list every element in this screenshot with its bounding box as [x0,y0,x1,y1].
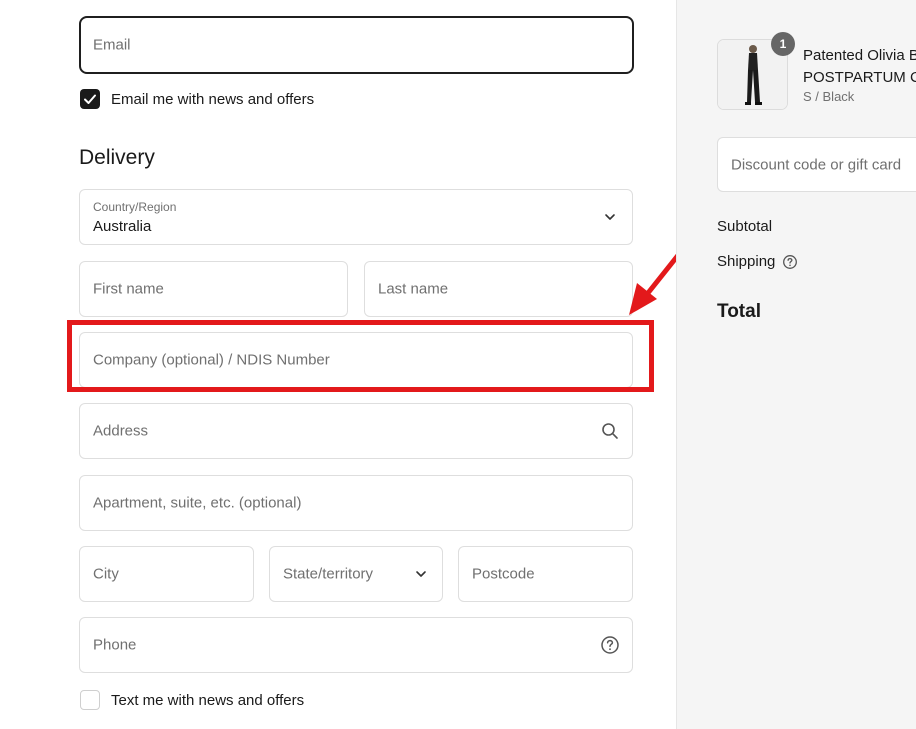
email-news-label: Email me with news and offers [111,91,315,108]
discount-placeholder: Discount code or gift card [731,156,902,173]
country-value: Australia [93,218,152,235]
delivery-heading: Delivery [79,146,155,169]
product-name-line1: Patented Olivia B [803,47,916,64]
highlight-box [67,320,654,392]
postcode-field[interactable]: Postcode [458,546,633,602]
state-select[interactable]: State/territory [269,546,443,602]
quantity-badge: 1 [771,32,795,56]
help-circle-icon[interactable] [600,635,620,655]
product-name-line2: POSTPARTUM C [803,69,916,86]
email-news-checkbox[interactable] [80,89,100,109]
shipping-help-icon[interactable] [782,254,798,270]
phone-field[interactable]: Phone [79,617,633,673]
apartment-placeholder: Apartment, suite, etc. (optional) [93,494,302,512]
first-name-placeholder: First name [93,280,164,298]
city-placeholder: City [93,565,119,583]
order-summary-panel [676,0,916,729]
phone-placeholder: Phone [93,636,137,654]
first-name-field[interactable]: First name [79,261,348,317]
discount-code-field[interactable]: Discount code or gift card [717,137,916,192]
chevron-down-icon [416,571,426,577]
chevron-down-icon [605,214,615,220]
product-name: Patented Olivia B POSTPARTUM C [803,45,916,89]
city-field[interactable]: City [79,546,254,602]
last-name-placeholder: Last name [378,280,449,298]
country-label: Country/Region [93,200,177,214]
sms-news-checkbox[interactable] [80,690,100,710]
product-variant: S / Black [803,89,855,104]
subtotal-label: Subtotal [717,218,773,235]
search-icon[interactable] [601,422,619,440]
state-placeholder: State/territory [283,565,374,583]
shipping-label: Shipping [717,253,776,270]
total-label: Total [717,301,761,322]
apartment-field[interactable]: Apartment, suite, etc. (optional) [79,475,633,531]
last-name-field[interactable]: Last name [364,261,633,317]
address-placeholder: Address [93,422,149,440]
sms-news-label: Text me with news and offers [111,692,305,709]
email-field[interactable]: Email [79,16,634,74]
postcode-placeholder: Postcode [472,565,535,583]
country-select[interactable]: Country/Region Australia [79,189,633,245]
check-icon [84,94,96,104]
address-field[interactable]: Address [79,403,633,459]
email-placeholder: Email [93,36,131,54]
